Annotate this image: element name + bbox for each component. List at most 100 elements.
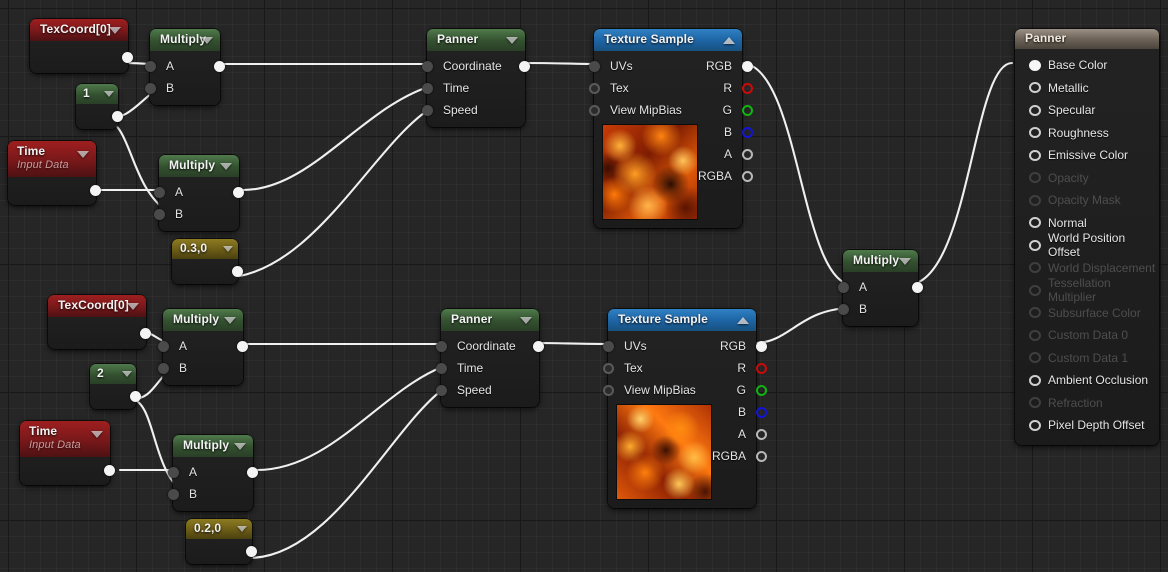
material-pin-row[interactable]: Pixel Depth Offset bbox=[1015, 414, 1159, 437]
material-pin-row[interactable]: Subsurface Color bbox=[1015, 302, 1159, 325]
material-pin-dot[interactable] bbox=[1029, 149, 1041, 161]
input-pin-speed[interactable] bbox=[422, 105, 433, 116]
chevron-down-icon[interactable] bbox=[506, 37, 518, 44]
material-pin-row[interactable]: Refraction bbox=[1015, 392, 1159, 415]
material-pin-dot[interactable] bbox=[1029, 352, 1041, 364]
node-texture-sample-2[interactable]: Texture Sample UVs Tex View MipBias RGB … bbox=[603, 309, 768, 508]
material-pin-row[interactable]: Ambient Occlusion bbox=[1015, 369, 1159, 392]
input-pin-b[interactable] bbox=[168, 489, 179, 500]
node-multiply-2[interactable]: Multiply A B bbox=[154, 155, 244, 231]
output-pin[interactable] bbox=[122, 52, 133, 63]
node-header[interactable]: Multiply bbox=[173, 435, 253, 457]
node-header[interactable]: Panner bbox=[441, 309, 539, 331]
input-pin-tex[interactable] bbox=[589, 83, 600, 94]
chevron-up-icon[interactable] bbox=[723, 37, 735, 44]
chevron-up-icon[interactable] bbox=[737, 317, 749, 324]
material-pin-row[interactable]: Custom Data 0 bbox=[1015, 324, 1159, 347]
node-texcoord-top[interactable]: TexCoord[0] bbox=[30, 19, 133, 73]
node-constant-03-0[interactable]: 0.3,0 bbox=[172, 239, 243, 284]
output-pin[interactable] bbox=[912, 282, 923, 293]
input-pin-b[interactable] bbox=[158, 363, 169, 374]
material-pin-row[interactable]: Metallic bbox=[1015, 77, 1159, 100]
chevron-down-icon[interactable] bbox=[77, 151, 89, 158]
chevron-down-icon[interactable] bbox=[201, 37, 213, 44]
material-pin-dot[interactable] bbox=[1029, 262, 1041, 274]
chevron-down-icon[interactable] bbox=[91, 431, 103, 438]
output-pin-g[interactable] bbox=[756, 385, 768, 396]
output-pin[interactable] bbox=[237, 341, 248, 352]
input-pin-b[interactable] bbox=[154, 209, 165, 220]
input-pin-view-mipbias[interactable] bbox=[589, 105, 600, 116]
material-pin-row[interactable]: Tessellation Multiplier bbox=[1015, 276, 1159, 304]
material-pin-row[interactable]: Opacity Mask bbox=[1015, 189, 1159, 212]
node-panner-2[interactable]: Panner Coordinate Time Speed bbox=[436, 309, 544, 407]
material-pin-dot[interactable] bbox=[1029, 397, 1041, 409]
input-pin-a[interactable] bbox=[154, 187, 165, 198]
material-pin-dot[interactable] bbox=[1029, 194, 1041, 206]
output-pin-b[interactable] bbox=[756, 407, 768, 418]
output-pin-rgba[interactable] bbox=[742, 171, 754, 182]
node-header[interactable]: Multiply bbox=[150, 29, 220, 51]
node-constant-02-0[interactable]: 0.2,0 bbox=[186, 519, 257, 564]
chevron-down-icon[interactable] bbox=[109, 27, 121, 34]
material-pin-dot[interactable] bbox=[1029, 127, 1041, 139]
material-pin-row[interactable]: World Position Offset bbox=[1015, 231, 1159, 259]
output-pin[interactable] bbox=[246, 546, 257, 557]
output-pin[interactable] bbox=[214, 61, 225, 72]
material-pin-dot[interactable] bbox=[1029, 329, 1041, 341]
material-pin-dot[interactable] bbox=[1029, 217, 1041, 229]
node-material-output[interactable]: Panner Base Color Metallic Specular Roughne… bbox=[1015, 29, 1159, 445]
input-pin-speed[interactable] bbox=[436, 385, 447, 396]
node-multiply-1[interactable]: Multiply A B bbox=[145, 29, 225, 105]
node-time-top[interactable]: Time Input Data bbox=[8, 141, 101, 205]
material-pin-dot[interactable] bbox=[1029, 104, 1041, 116]
output-pin-rgba[interactable] bbox=[756, 451, 768, 462]
node-multiply-3[interactable]: Multiply A B bbox=[158, 309, 248, 385]
input-pin-tex[interactable] bbox=[603, 363, 614, 374]
output-pin-b[interactable] bbox=[742, 127, 754, 138]
node-header[interactable]: Time Input Data bbox=[8, 141, 96, 177]
input-pin-coordinate[interactable] bbox=[436, 341, 447, 352]
node-header[interactable]: Texture Sample bbox=[608, 309, 756, 331]
node-header[interactable]: Multiply bbox=[159, 155, 239, 177]
chevron-down-icon[interactable] bbox=[127, 303, 139, 310]
output-pin-a[interactable] bbox=[756, 429, 768, 440]
output-pin[interactable] bbox=[130, 391, 141, 402]
node-time-bottom[interactable]: Time Input Data bbox=[20, 421, 115, 485]
input-pin-b[interactable] bbox=[145, 83, 156, 94]
chevron-down-icon[interactable] bbox=[220, 163, 232, 170]
chevron-down-icon[interactable] bbox=[224, 317, 236, 324]
material-graph-canvas[interactable]: TexCoord[0] Multiply A B 1 Time Input Da… bbox=[0, 0, 1168, 572]
node-texcoord-bottom[interactable]: TexCoord[0] bbox=[48, 295, 151, 349]
output-pin[interactable] bbox=[519, 61, 530, 72]
material-pin-dot[interactable] bbox=[1029, 59, 1041, 71]
material-pin-dot[interactable] bbox=[1029, 82, 1041, 94]
material-pin-dot[interactable] bbox=[1029, 284, 1041, 296]
chevron-down-icon[interactable] bbox=[520, 317, 532, 324]
output-pin-a[interactable] bbox=[742, 149, 754, 160]
input-pin-uvs[interactable] bbox=[589, 61, 600, 72]
output-pin-r[interactable] bbox=[742, 83, 754, 94]
chevron-down-icon[interactable] bbox=[899, 258, 911, 265]
material-pin-row[interactable]: Emissive Color bbox=[1015, 144, 1159, 167]
material-pin-dot[interactable] bbox=[1029, 374, 1041, 386]
input-pin-coordinate[interactable] bbox=[422, 61, 433, 72]
output-pin-r[interactable] bbox=[756, 363, 768, 374]
node-header[interactable]: Panner bbox=[1015, 29, 1159, 49]
input-pin-uvs[interactable] bbox=[603, 341, 614, 352]
material-pin-row[interactable]: Roughness bbox=[1015, 122, 1159, 145]
node-header[interactable]: 0.2,0 bbox=[186, 519, 252, 539]
chevron-down-icon[interactable] bbox=[223, 246, 233, 252]
node-panner-1[interactable]: Panner Coordinate Time Speed bbox=[422, 29, 530, 127]
input-pin-time[interactable] bbox=[422, 83, 433, 94]
output-pin-rgb[interactable] bbox=[742, 61, 754, 72]
node-header[interactable]: Multiply bbox=[843, 250, 918, 272]
output-pin[interactable] bbox=[533, 341, 544, 352]
output-pin[interactable] bbox=[112, 111, 123, 122]
node-header[interactable]: Multiply bbox=[163, 309, 243, 331]
output-pin[interactable] bbox=[233, 187, 244, 198]
node-header[interactable]: Texture Sample bbox=[594, 29, 742, 51]
node-texture-sample-1[interactable]: Texture Sample UVs Tex View MipBias RGB … bbox=[589, 29, 754, 228]
node-header[interactable]: 2 bbox=[90, 364, 136, 384]
chevron-down-icon[interactable] bbox=[234, 443, 246, 450]
